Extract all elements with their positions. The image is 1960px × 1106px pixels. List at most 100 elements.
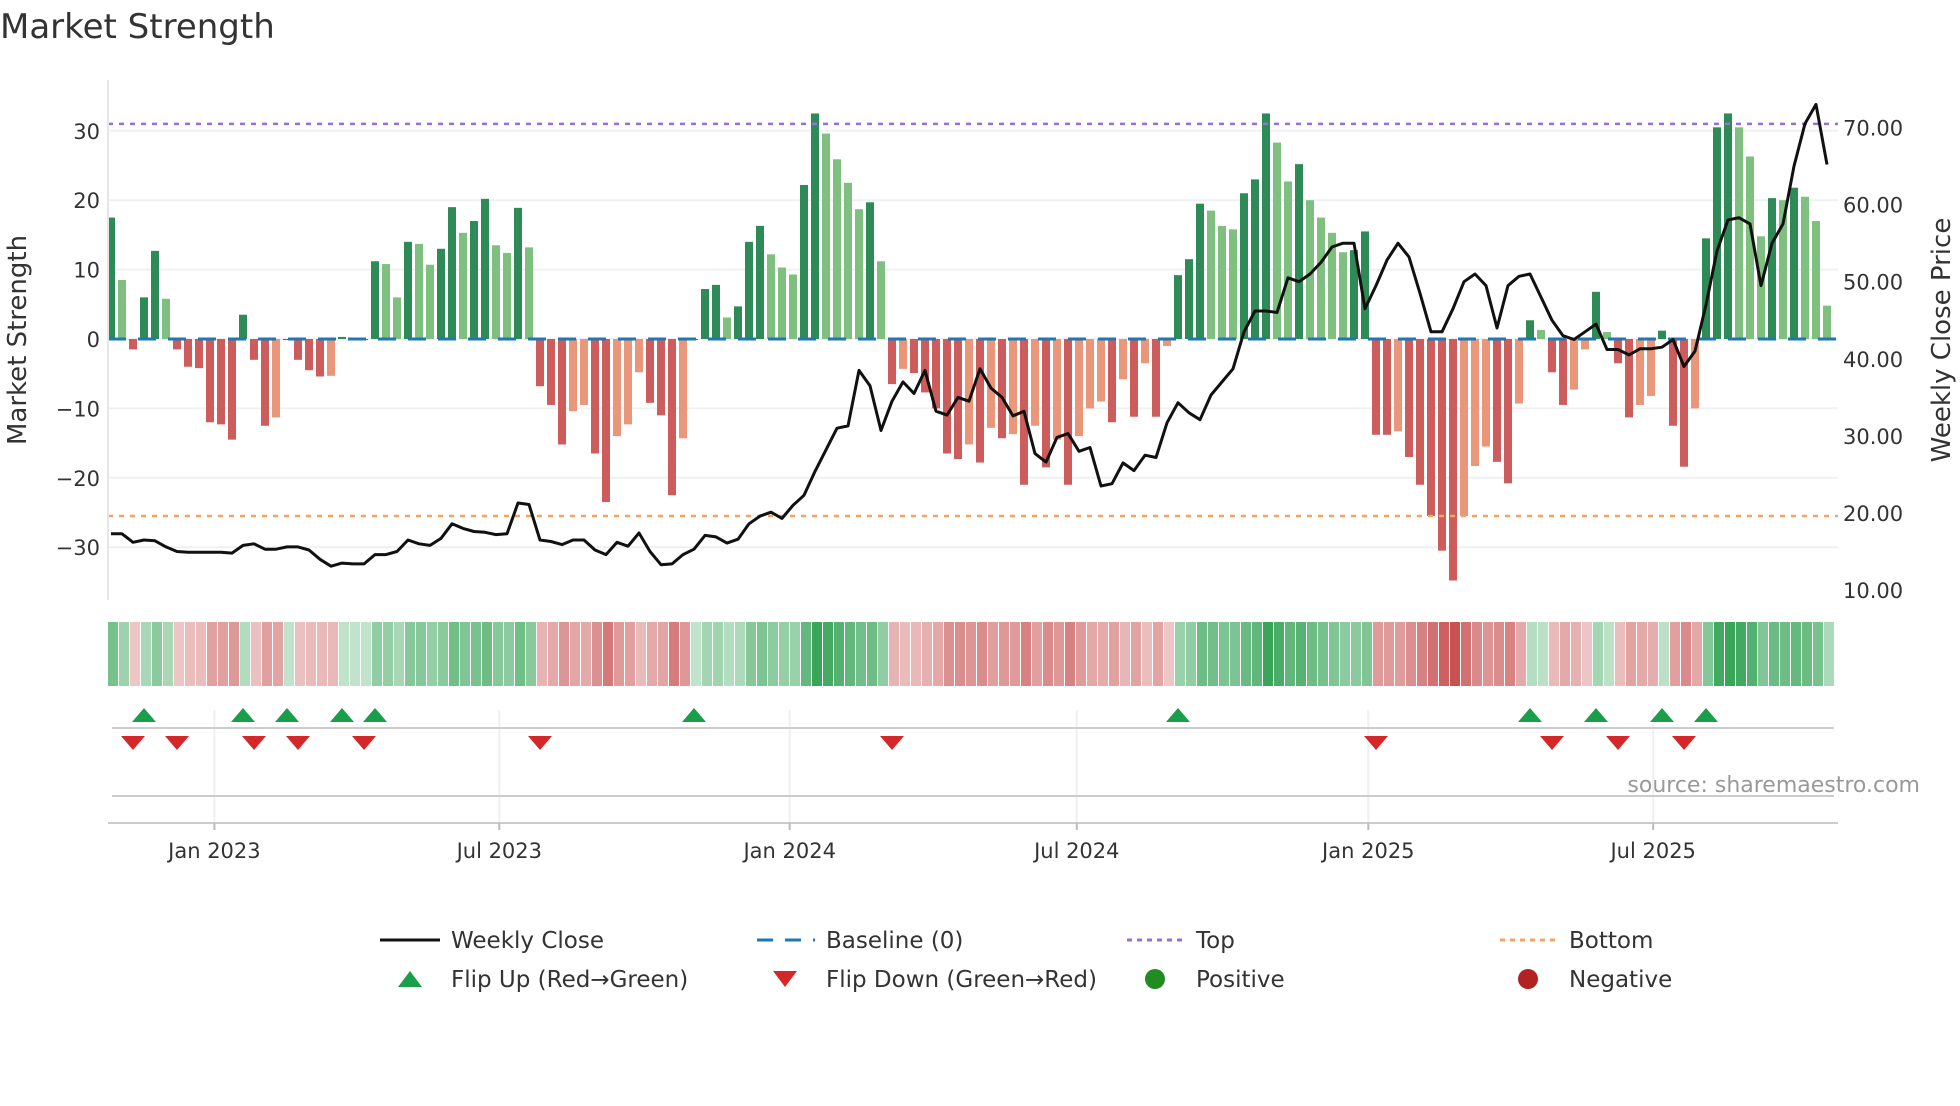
strength-bar <box>415 243 423 339</box>
heat-cell <box>845 622 855 686</box>
strength-bar <box>1295 164 1303 339</box>
strength-bar <box>1493 339 1501 462</box>
strength-bar <box>800 184 808 339</box>
strength-bar <box>1570 339 1578 390</box>
strength-bar <box>184 339 192 367</box>
heat-cell <box>1021 622 1031 686</box>
heat-cell <box>438 622 448 686</box>
heat-cell <box>196 622 206 686</box>
strength-bar <box>1262 113 1270 339</box>
strength-bar <box>1669 339 1677 426</box>
heat-cell <box>603 622 613 686</box>
legend-label: Bottom <box>1569 928 1653 954</box>
strength-bar <box>866 202 874 339</box>
strength-bar <box>1174 275 1182 339</box>
reference-lines <box>108 122 1838 518</box>
strength-bar <box>1735 127 1743 339</box>
flip-up-marker <box>682 708 706 722</box>
flip-up-marker <box>275 708 299 722</box>
heat-cell <box>1241 622 1251 686</box>
strength-bar <box>998 339 1006 439</box>
strength-bar <box>1053 339 1061 440</box>
heat-cell <box>317 622 327 686</box>
x-tick-label: Jan 2024 <box>741 839 836 863</box>
heat-cell <box>328 622 338 686</box>
heat-cell <box>1527 622 1537 686</box>
heat-cell <box>614 622 624 686</box>
heat-cell <box>966 622 976 686</box>
heat-cell <box>471 622 481 686</box>
strength-bar <box>1515 339 1523 404</box>
heat-cell <box>1494 622 1504 686</box>
y2-tick-label: 70.00 <box>1843 117 1903 141</box>
strength-bar <box>1119 339 1127 380</box>
strength-bar <box>206 339 214 423</box>
strength-bar <box>789 274 797 339</box>
y-tick-label: 30 <box>73 120 100 144</box>
legend-label: Positive <box>1196 967 1285 993</box>
legend-label: Weekly Close <box>451 928 604 954</box>
heat-cell <box>570 622 580 686</box>
strength-bar <box>624 339 632 425</box>
strength-bar <box>580 339 588 405</box>
strength-bar <box>228 339 236 440</box>
flip-up-marker <box>1694 708 1718 722</box>
heat-cell <box>1439 622 1449 686</box>
heat-cell <box>1802 622 1812 686</box>
strength-bar <box>1537 329 1545 339</box>
strength-bar <box>1185 259 1193 339</box>
heat-cell <box>1725 622 1735 686</box>
legend: Weekly Close Baseline (0) Top Bottom Flip Up… <box>380 928 1672 993</box>
legend-label: Negative <box>1569 967 1672 993</box>
strength-bar <box>1152 339 1160 417</box>
heat-cell <box>1208 622 1218 686</box>
heat-cell <box>724 622 734 686</box>
heat-cell <box>1285 622 1295 686</box>
strength-bar <box>1284 181 1292 339</box>
strength-bar <box>1504 339 1512 484</box>
heat-cell <box>1252 622 1262 686</box>
heat-cell <box>1164 622 1174 686</box>
heat-cell <box>405 622 415 686</box>
strength-bar <box>371 261 379 339</box>
heat-cell <box>1681 622 1691 686</box>
strength-bar <box>745 241 753 339</box>
strength-bar <box>404 241 412 339</box>
strength-bar <box>1427 339 1435 516</box>
y2-axis-label: Weekly Close Price <box>1927 218 1957 463</box>
flip-down-marker <box>1606 736 1630 750</box>
flip-up-marker <box>363 708 387 722</box>
heat-cell <box>1483 622 1493 686</box>
strength-bar <box>635 339 643 373</box>
heat-cell <box>1417 622 1427 686</box>
flip-down-marker <box>1672 736 1696 750</box>
heat-cell <box>1263 622 1273 686</box>
strength-bar <box>1416 339 1424 485</box>
strength-bar <box>1218 225 1226 339</box>
heat-cell <box>1813 622 1823 686</box>
heat-cell <box>933 622 943 686</box>
strength-bar <box>173 339 181 350</box>
heat-cell <box>1758 622 1768 686</box>
heat-cell <box>1230 622 1240 686</box>
strength-bar <box>811 113 819 339</box>
flip-up-marker <box>1584 708 1608 722</box>
legend-label: Baseline (0) <box>826 928 963 954</box>
strength-bar <box>426 264 434 339</box>
strength-bar <box>877 261 885 339</box>
heat-cell <box>1120 622 1130 686</box>
strength-bar <box>1812 221 1820 339</box>
strength-bar <box>1394 339 1402 432</box>
strength-bar <box>613 339 621 437</box>
strength-bar <box>1042 339 1050 468</box>
heat-cell <box>625 622 635 686</box>
weekly-close-polyline <box>111 102 1829 568</box>
strength-bar <box>569 339 577 412</box>
heat-cell <box>1186 622 1196 686</box>
x-tick-label: Jan 2023 <box>166 839 261 863</box>
flip-up-marker <box>132 708 156 722</box>
heat-cell <box>1637 622 1647 686</box>
heat-cell <box>383 622 393 686</box>
strength-bar <box>151 250 159 339</box>
strength-bar <box>1548 339 1556 373</box>
